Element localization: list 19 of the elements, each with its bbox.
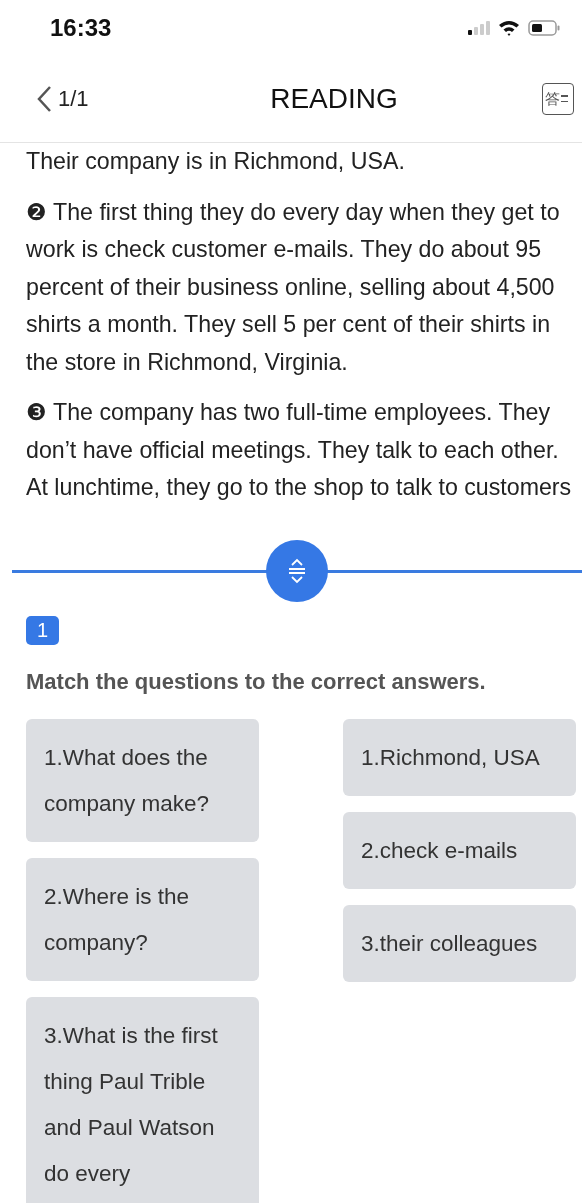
- passage-paragraph: ❷ The first thing they do every day when they get to work is check customer e-mails. They do about 95 percent of their business online, selling about 4,500 shirts a month. They sell 5 per cent of their shirts in the store in Richmond, Virginia.: [26, 197, 561, 377]
- question-instruction: Match the questions to the correct answers.: [26, 669, 487, 695]
- status-time: 16:33: [50, 13, 112, 42]
- page-title: READING: [270, 82, 398, 115]
- question-card[interactable]: 3.What is the first thing Paul Trible and Paul Watson do every: [26, 997, 259, 1203]
- answer-button[interactable]: 答: [542, 82, 574, 115]
- question-card[interactable]: 1.What does the company make?: [26, 719, 259, 842]
- question-number: 1: [26, 616, 60, 645]
- battery-icon: [528, 19, 560, 36]
- answer-card[interactable]: 1.Richmond, USA: [343, 719, 576, 796]
- passage-paragraph: ❸ The company has two full-time employees. They don’t have official meetings. They talk to each other. At lunchtime, they go to the shop to talk to customers: [26, 398, 573, 502]
- passage-paragraph: Their company is in Richmond, USA.: [26, 147, 406, 176]
- back-chevron-icon[interactable]: [36, 84, 52, 113]
- wifi-icon: [498, 19, 520, 36]
- answer-card[interactable]: 2.check e-mails: [343, 812, 576, 889]
- answer-card[interactable]: 3.their colleagues: [343, 905, 576, 982]
- question-card[interactable]: 2.Where is the company?: [26, 858, 259, 981]
- signal-icon: [468, 20, 490, 35]
- back-button[interactable]: 1/1: [36, 84, 156, 113]
